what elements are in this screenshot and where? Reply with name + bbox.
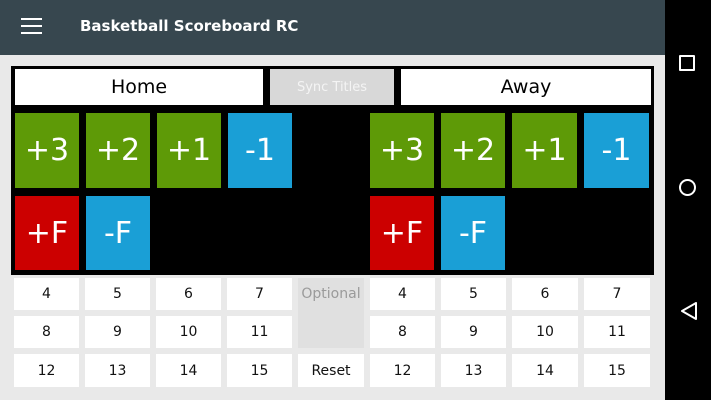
- away-title[interactable]: Away: [401, 69, 651, 105]
- home-title[interactable]: Home: [15, 69, 263, 105]
- home-plus-foul-button[interactable]: +F: [15, 196, 79, 270]
- away-minus1-button[interactable]: -1: [584, 113, 649, 188]
- home-number-button[interactable]: 4: [14, 278, 79, 310]
- away-plus-foul-button[interactable]: +F: [370, 196, 434, 270]
- home-plus2-button[interactable]: +2: [86, 113, 150, 188]
- away-number-button[interactable]: 14: [512, 354, 578, 387]
- away-plus1-button[interactable]: +1: [512, 113, 577, 188]
- back-triangle-icon[interactable]: [680, 302, 698, 320]
- reset-button[interactable]: Reset: [298, 354, 364, 387]
- away-number-button[interactable]: 5: [441, 278, 506, 310]
- away-plus3-button[interactable]: +3: [370, 113, 434, 188]
- app-bar: Basketball Scoreboard RC: [0, 0, 665, 55]
- home-number-button[interactable]: 7: [227, 278, 292, 310]
- away-number-button[interactable]: 9: [441, 316, 506, 348]
- home-number-button[interactable]: 15: [227, 354, 292, 387]
- away-number-button[interactable]: 10: [512, 316, 578, 348]
- recents-square-icon[interactable]: [679, 55, 695, 71]
- home-plus3-button[interactable]: +3: [15, 113, 79, 188]
- optional-label: Optional: [298, 278, 364, 348]
- home-number-button[interactable]: 6: [156, 278, 221, 310]
- home-number-button[interactable]: 12: [14, 354, 79, 387]
- home-number-button[interactable]: 11: [227, 316, 292, 348]
- away-number-button[interactable]: 7: [584, 278, 650, 310]
- away-number-button[interactable]: 4: [370, 278, 435, 310]
- home-number-button[interactable]: 5: [85, 278, 150, 310]
- app-window: Basketball Scoreboard RC Home Sync Title…: [0, 0, 665, 400]
- app-title: Basketball Scoreboard RC: [80, 17, 299, 35]
- home-number-button[interactable]: 14: [156, 354, 221, 387]
- away-number-button[interactable]: 11: [584, 316, 650, 348]
- home-number-button[interactable]: 8: [14, 316, 79, 348]
- home-minus-foul-button[interactable]: -F: [86, 196, 150, 270]
- hamburger-menu-icon[interactable]: [21, 18, 42, 36]
- home-number-button[interactable]: 13: [85, 354, 150, 387]
- away-number-button[interactable]: 13: [441, 354, 506, 387]
- home-number-button[interactable]: 10: [156, 316, 221, 348]
- home-plus1-button[interactable]: +1: [157, 113, 221, 188]
- away-minus-foul-button[interactable]: -F: [441, 196, 505, 270]
- away-plus2-button[interactable]: +2: [441, 113, 505, 188]
- away-number-button[interactable]: 8: [370, 316, 435, 348]
- home-number-button[interactable]: 9: [85, 316, 150, 348]
- away-number-button[interactable]: 6: [512, 278, 578, 310]
- home-circle-icon[interactable]: [679, 179, 696, 196]
- home-minus1-button[interactable]: -1: [228, 113, 292, 188]
- away-number-button[interactable]: 12: [370, 354, 435, 387]
- sync-titles-button[interactable]: Sync Titles: [270, 69, 394, 105]
- away-number-button[interactable]: 15: [584, 354, 650, 387]
